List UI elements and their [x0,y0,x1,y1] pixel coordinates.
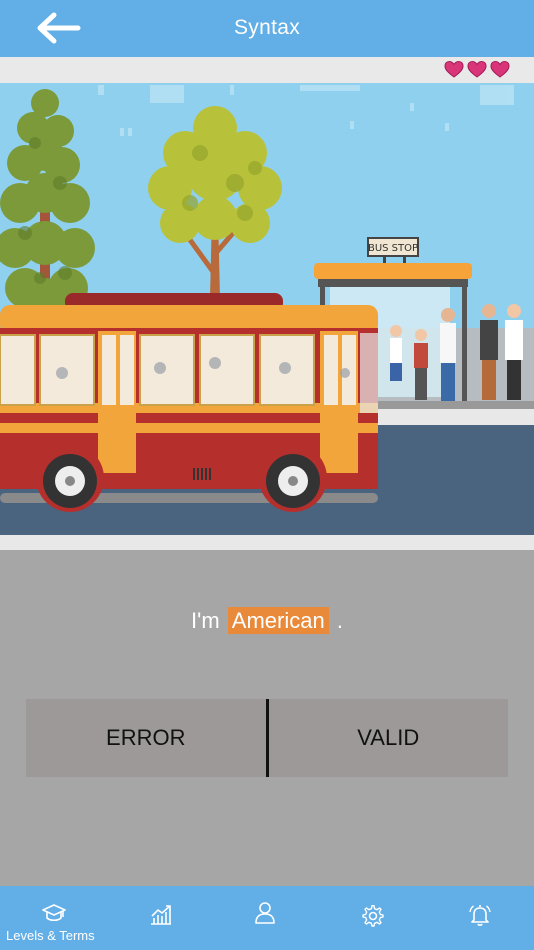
graduation-cap-icon [42,904,66,922]
bell-icon [469,905,491,926]
answer-choices: ERROR VALID [26,699,508,777]
tab-label: Levels & Terms [6,928,95,943]
heart-icon [467,60,487,78]
sentence-text-after: . [336,608,343,633]
tab-progress[interactable] [107,886,214,950]
highlighted-word: American [227,607,329,634]
heart-icon [490,60,510,78]
user-icon [255,902,275,924]
gear-icon [362,904,384,927]
sentence-text-before: I'm [191,608,220,633]
bus-stop-illustration: BUS STOP [0,83,534,550]
chart-icon [151,905,171,925]
header-bar: Syntax [0,0,534,57]
tab-notifications[interactable] [428,886,534,950]
valid-button[interactable]: VALID [268,699,508,777]
tab-profile[interactable] [214,886,321,950]
heart-icon [444,60,464,78]
bottom-tab-bar: Levels & Terms [0,886,534,950]
page-title: Syntax [234,16,300,39]
lives-bar [0,57,534,83]
exercise-sentence: I'm American . [0,607,534,634]
svg-text:BUS STOP: BUS STOP [368,243,418,254]
tab-levels-terms[interactable]: Levels & Terms [0,886,107,950]
tab-settings[interactable] [321,886,428,950]
error-button[interactable]: ERROR [26,699,266,777]
